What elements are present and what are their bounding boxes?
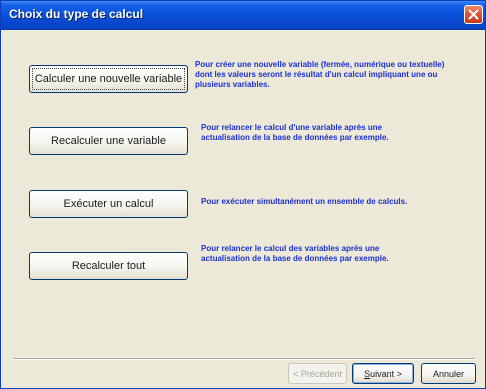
title-bar[interactable]: Choix du type de calcul	[1, 1, 485, 30]
window-title: Choix du type de calcul	[9, 7, 144, 21]
run-calculation-description: Pour exécuter simultanément un ensemble …	[201, 197, 408, 206]
calculate-new-variable-description: Pour créer une nouvelle variable (fermée…	[195, 60, 445, 89]
run-calculation-button[interactable]: Exécuter un calcul	[29, 190, 188, 218]
dialog-window: Choix du type de calcul Calculer une nou…	[0, 0, 486, 389]
next-button-label: uivant >	[370, 368, 402, 379]
recalculate-all-button[interactable]: Recalculer tout	[29, 252, 188, 280]
close-icon	[468, 9, 479, 20]
calculate-new-variable-button[interactable]: Calculer une nouvelle variable	[29, 65, 188, 93]
next-button[interactable]: Suivant >	[352, 363, 414, 384]
cancel-button[interactable]: Annuler	[421, 363, 476, 384]
recalculate-variable-description: Pour relancer le calcul d'une variable a…	[201, 123, 389, 142]
close-button[interactable]	[464, 5, 483, 24]
previous-button[interactable]: < Précédent	[288, 363, 347, 384]
recalculate-variable-button[interactable]: Recalculer une variable	[29, 127, 188, 155]
recalculate-all-description: Pour relancer le calcul des variables ap…	[201, 244, 389, 263]
dialog-content: Calculer une nouvelle variable Pour crée…	[1, 30, 485, 388]
footer-separator	[13, 358, 475, 360]
